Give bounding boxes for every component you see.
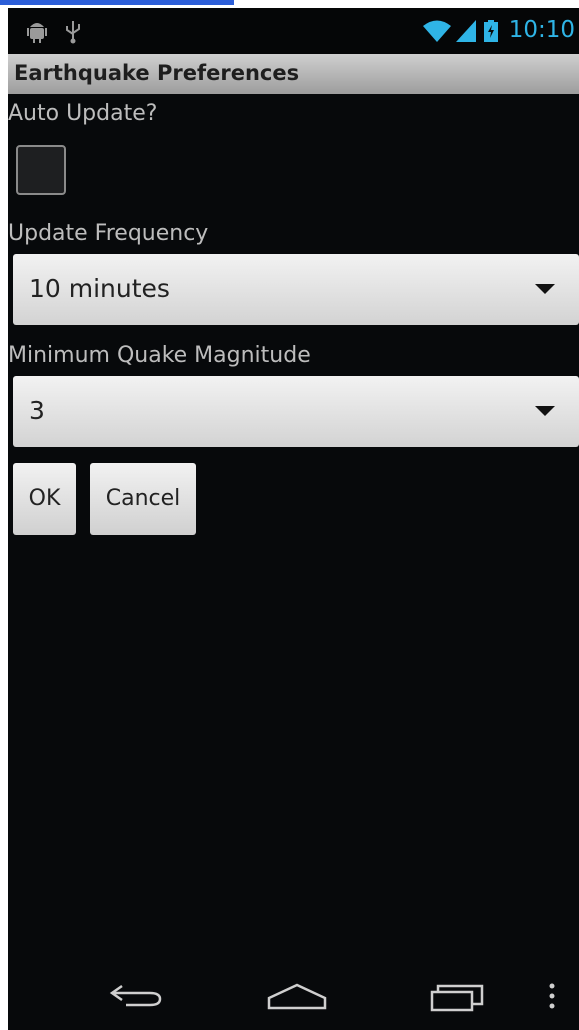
min-magnitude-label: Minimum Quake Magnitude <box>8 343 311 368</box>
auto-update-checkbox[interactable] <box>16 145 66 195</box>
cancel-button[interactable]: Cancel <box>90 463 196 535</box>
update-frequency-spinner[interactable]: 10 minutes <box>13 254 579 325</box>
top-link-fragment <box>0 0 234 5</box>
signal-icon <box>456 20 476 42</box>
battery-icon <box>484 20 498 42</box>
title-bar: Earthquake Preferences <box>8 54 579 94</box>
dropdown-arrow-icon <box>535 284 555 294</box>
dropdown-arrow-icon <box>535 406 555 416</box>
ok-button[interactable]: OK <box>13 463 76 535</box>
status-clock: 10:10 <box>508 17 575 43</box>
back-icon[interactable] <box>108 982 164 1008</box>
auto-update-label: Auto Update? <box>8 101 158 126</box>
wifi-icon <box>423 20 451 42</box>
navigation-bar <box>8 960 579 1030</box>
menu-icon[interactable] <box>548 982 556 1012</box>
status-bar: 10:10 <box>8 8 579 54</box>
page-title: Earthquake Preferences <box>14 61 300 85</box>
update-frequency-label: Update Frequency <box>8 221 209 246</box>
min-magnitude-value: 3 <box>29 396 45 425</box>
phone-screen: 10:10 Earthquake Preferences Auto Update… <box>8 8 579 1030</box>
usb-icon <box>66 21 80 44</box>
recent-apps-icon[interactable] <box>428 982 488 1012</box>
home-icon[interactable] <box>266 982 328 1010</box>
update-frequency-value: 10 minutes <box>29 274 170 303</box>
min-magnitude-spinner[interactable]: 3 <box>13 376 579 447</box>
android-icon <box>27 23 47 43</box>
